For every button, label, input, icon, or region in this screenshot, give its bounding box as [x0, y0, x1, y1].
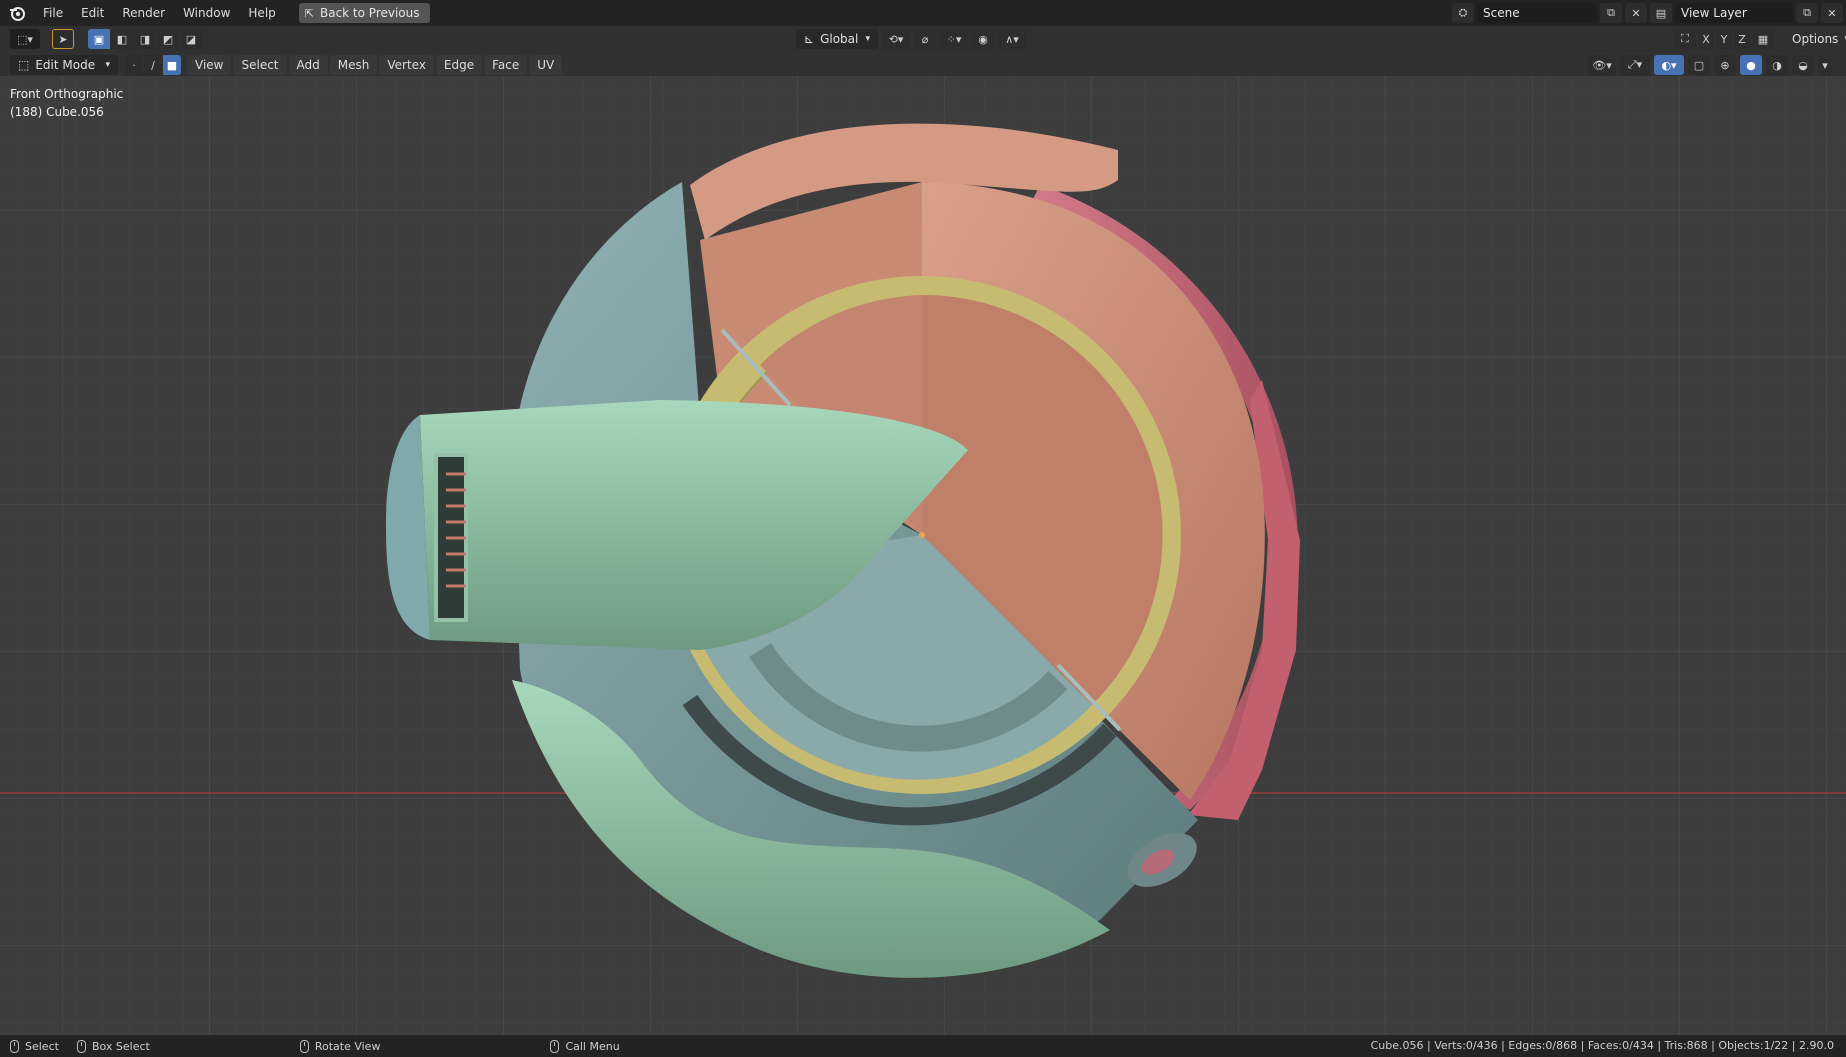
axis-y-toggle[interactable]: Y: [1716, 29, 1732, 49]
status-box-select: Box Select: [76, 1039, 150, 1053]
auto-merge-icon[interactable]: ▦: [1752, 29, 1774, 49]
object-label: (188) Cube.056: [10, 105, 104, 119]
select-extend-icon[interactable]: ◧: [111, 29, 133, 49]
chevron-down-icon: ▾: [865, 34, 870, 44]
rendered-shading-icon[interactable]: ◒: [1792, 55, 1814, 75]
view-name: Front Orthographic: [10, 87, 124, 101]
new-scene-icon[interactable]: ⧉: [1600, 3, 1622, 23]
mouse-drag-icon: [76, 1039, 86, 1053]
menu-render[interactable]: Render: [113, 0, 174, 26]
snap-target-icon[interactable]: ⁘▾: [940, 29, 968, 49]
mouse-middle-icon: [299, 1039, 309, 1053]
status-select: Select: [10, 1039, 59, 1053]
transform-orientation-dropdown[interactable]: ⊾ Global ▾: [796, 29, 878, 49]
overlays-icon[interactable]: ◐▾: [1654, 55, 1684, 75]
pivot-point-icon[interactable]: ⟲▾: [882, 29, 910, 49]
orientation-icon: ⊾: [804, 32, 815, 46]
view-layer-browse-icon[interactable]: ▤: [1650, 3, 1672, 23]
mouse-right-icon: [550, 1039, 560, 1053]
status-call-menu-label: Call Menu: [565, 1039, 620, 1053]
visibility-icon[interactable]: 👁▾: [1588, 55, 1616, 75]
status-rotate-label: Rotate View: [314, 1039, 381, 1053]
menu-uv[interactable]: UV: [529, 55, 563, 75]
menu-window[interactable]: Window: [174, 0, 239, 26]
options-label: Options: [1792, 32, 1839, 46]
material-shading-icon[interactable]: ◑: [1766, 55, 1788, 75]
axis-z-toggle[interactable]: Z: [1734, 29, 1750, 49]
menu-face[interactable]: Face: [484, 55, 528, 75]
editor-type-icon[interactable]: ⬚▾: [10, 29, 40, 49]
gizmo-icon[interactable]: ⤢▾: [1620, 55, 1650, 75]
shading-options-icon[interactable]: ▾: [1818, 55, 1832, 75]
viewport-info: Front Orthographic (188) Cube.056: [10, 85, 123, 121]
select-new-icon[interactable]: ▣: [88, 29, 110, 49]
menu-view[interactable]: View: [187, 55, 232, 75]
scene-statistics: Cube.056 | Verts:0/436 | Edges:0/868 | F…: [1370, 1039, 1834, 1052]
proportional-edit-icon[interactable]: ◉: [972, 29, 994, 49]
3d-viewport[interactable]: [0, 76, 1846, 1035]
menu-edit[interactable]: Edit: [72, 0, 113, 26]
menu-select[interactable]: Select: [233, 55, 287, 75]
snap-toggle-icon[interactable]: ⌀: [914, 29, 936, 49]
edge-select-icon[interactable]: ∕: [144, 55, 162, 75]
menu-help[interactable]: Help: [239, 0, 284, 26]
select-mode-group: · ∕ ■: [125, 55, 181, 75]
mouse-left-icon: [10, 1039, 19, 1053]
menu-add[interactable]: Add: [288, 55, 328, 75]
menu-mesh[interactable]: Mesh: [329, 55, 378, 75]
wireframe-shading-icon[interactable]: ⊕: [1714, 55, 1736, 75]
back-icon: ⇱: [304, 6, 314, 20]
axis-x-toggle[interactable]: X: [1698, 29, 1714, 49]
object-origin: [919, 532, 925, 538]
select-subtract-icon[interactable]: ◨: [134, 29, 156, 49]
menu-vertex[interactable]: Vertex: [379, 55, 434, 75]
options-dropdown[interactable]: Options ▾: [1784, 29, 1846, 49]
orientation-label: Global: [820, 32, 859, 46]
select-difference-icon[interactable]: ◩: [157, 29, 179, 49]
solid-shading-icon[interactable]: ●: [1740, 55, 1762, 75]
selection-mode-group: ▣ ◧ ◨ ◩ ◪: [88, 29, 202, 49]
delete-scene-icon[interactable]: ✕: [1625, 3, 1647, 23]
chevron-down-icon: ▾: [105, 60, 110, 70]
back-to-previous-button[interactable]: ⇱ Back to Previous: [298, 3, 430, 23]
top-menu-bar: File Edit Render Window Help ⇱ Back to P…: [0, 0, 1846, 26]
view-layer-name-field[interactable]: View Layer: [1675, 3, 1793, 23]
menu-edge[interactable]: Edge: [435, 55, 483, 75]
select-tool-icon[interactable]: ➤: [52, 29, 74, 49]
xray-icon[interactable]: ▢: [1688, 55, 1710, 75]
scene-name-field[interactable]: Scene: [1477, 3, 1597, 23]
mode-label: Edit Mode: [35, 58, 96, 72]
viewport-header: ⬚ Edit Mode ▾ · ∕ ■ View Select Add Mesh…: [0, 52, 1846, 76]
face-select-icon[interactable]: ■: [163, 55, 181, 75]
scene-browse-icon[interactable]: ⛭: [1452, 3, 1474, 23]
menu-file[interactable]: File: [34, 0, 72, 26]
status-rotate: Rotate View: [299, 1039, 381, 1053]
falloff-icon[interactable]: ∧▾: [998, 29, 1026, 49]
mirror-icon[interactable]: ⛶: [1674, 29, 1696, 49]
view-layer-selector: ▤ View Layer ⧉ ✕: [1650, 3, 1843, 23]
new-view-layer-icon[interactable]: ⧉: [1796, 3, 1818, 23]
back-button-label: Back to Previous: [319, 6, 420, 20]
mode-dropdown[interactable]: ⬚ Edit Mode ▾: [10, 55, 118, 75]
vertex-select-icon[interactable]: ·: [125, 55, 143, 75]
scene-selector: ⛭ Scene ⧉ ✕: [1452, 3, 1647, 23]
edit-mode-icon: ⬚: [18, 58, 30, 72]
tool-settings-bar: ⬚▾ ➤ ▣ ◧ ◨ ◩ ◪ ⊾ Global ▾ ⟲▾ ⌀ ⁘▾ ◉ ∧▾ ⛶…: [0, 26, 1846, 52]
blender-logo-icon[interactable]: [8, 4, 26, 22]
delete-view-layer-icon[interactable]: ✕: [1821, 3, 1843, 23]
status-box-select-label: Box Select: [91, 1039, 150, 1053]
status-select-label: Select: [25, 1039, 59, 1053]
status-bar: Select Box Select Rotate View Call Menu …: [0, 1035, 1846, 1057]
status-call-menu: Call Menu: [550, 1039, 620, 1053]
select-intersect-icon[interactable]: ◪: [180, 29, 202, 49]
